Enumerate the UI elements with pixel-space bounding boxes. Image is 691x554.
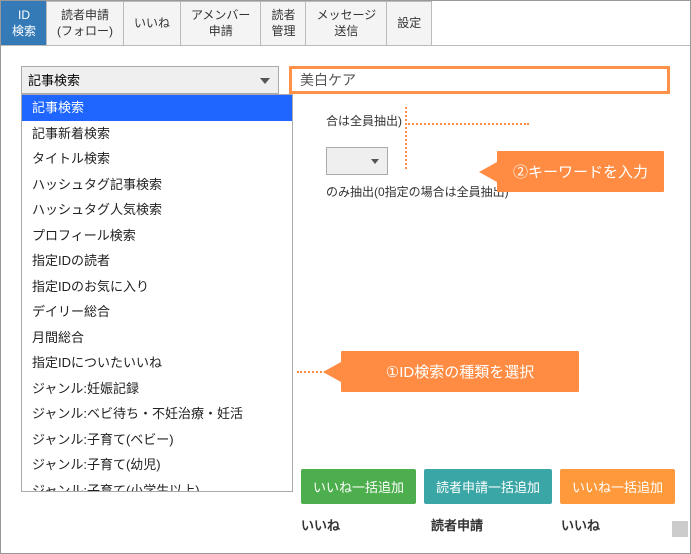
dropdown-item[interactable]: 指定IDについたいいね — [22, 350, 292, 376]
dropdown-scroll[interactable]: 記事検索記事新着検索タイトル検索ハッシュタグ記事検索ハッシュタグ人気検索プロフィ… — [22, 95, 292, 491]
dropdown-item[interactable]: タイトル検索 — [22, 146, 292, 172]
dropdown-item[interactable]: ジャンル:子育て(幼児) — [22, 452, 292, 478]
col-reader-request: 読者申請 — [431, 515, 561, 534]
reader-request-bulk-add-button[interactable]: 読者申請一括追加 — [424, 469, 552, 504]
dropdown-item[interactable]: 指定IDのお気に入り — [22, 274, 292, 300]
dropdown-item[interactable]: 月間総合 — [22, 325, 292, 351]
dropdown-item[interactable]: デイリー総合 — [22, 299, 292, 325]
bulk-action-buttons: いいね一括追加 読者申請一括追加 いいね一括追加 — [301, 469, 675, 504]
tab-label: 管理 — [271, 24, 295, 40]
tab-label: 申請 — [191, 24, 250, 40]
tab-label: 送信 — [316, 24, 376, 40]
tab-reader-request[interactable]: 読者申請 (フォロー) — [46, 1, 124, 45]
tab-reader-manage[interactable]: 読者 管理 — [260, 1, 306, 45]
tab-label: ID — [12, 8, 36, 24]
table-header: いいね 読者申請 いいね — [301, 515, 691, 534]
dropdown-item[interactable]: ジャンル:ベビ待ち・不妊治療・妊活 — [22, 401, 292, 427]
callout-text: ①ID検索の種類を選択 — [386, 364, 534, 381]
callout-searchtype: ①ID検索の種類を選択 — [341, 351, 579, 392]
tab-iine[interactable]: いいね — [123, 1, 181, 45]
tab-message-send[interactable]: メッセージ 送信 — [305, 1, 387, 45]
tab-label: いいね — [134, 16, 170, 32]
callout-keyword: ②キーワードを入力 — [497, 151, 664, 192]
tab-id-search[interactable]: ID 検索 — [1, 1, 47, 45]
search-type-dropdown: 記事検索記事新着検索タイトル検索ハッシュタグ記事検索ハッシュタグ人気検索プロフィ… — [21, 94, 293, 492]
iine-bulk-add-button[interactable]: いいね一括追加 — [301, 469, 416, 504]
search-type-select[interactable]: 記事検索 — [21, 66, 279, 94]
tab-label: アメンバー — [191, 8, 250, 24]
tab-label: 検索 — [12, 24, 36, 40]
select-value: 記事検索 — [28, 73, 80, 88]
callout-arrow-icon — [323, 362, 341, 382]
dropdown-item[interactable]: 記事検索 — [22, 95, 292, 121]
tab-label: (フォロー) — [57, 24, 113, 40]
callout-text: ②キーワードを入力 — [513, 164, 648, 181]
tab-label: 読者 — [271, 8, 295, 24]
tab-label: メッセージ — [316, 8, 376, 24]
dropdown-item[interactable]: ジャンル:子育て(小学生以上) — [22, 478, 292, 492]
tab-label: 読者申請 — [57, 8, 113, 24]
tab-label: 設定 — [397, 16, 421, 32]
dropdown-item[interactable]: ジャンル:子育て(ベビー) — [22, 427, 292, 453]
callout-arrow-icon — [479, 162, 497, 182]
dropdown-item[interactable]: プロフィール検索 — [22, 223, 292, 249]
col-iine: いいね — [301, 515, 431, 534]
keyword-input[interactable] — [289, 66, 670, 94]
dropdown-item[interactable]: ジャンル:妊娠記録 — [22, 376, 292, 402]
dropdown-item[interactable]: ハッシュタグ人気検索 — [22, 197, 292, 223]
tab-bar: ID 検索 読者申請 (フォロー) いいね アメンバー 申請 読者 管理 メッセ… — [1, 1, 690, 46]
count-select[interactable] — [326, 147, 388, 175]
dropdown-item[interactable]: 指定IDの読者 — [22, 248, 292, 274]
dropdown-item[interactable]: ハッシュタグ記事検索 — [22, 172, 292, 198]
tab-amember[interactable]: アメンバー 申請 — [180, 1, 261, 45]
dropdown-item[interactable]: 記事新着検索 — [22, 121, 292, 147]
scrollbar-icon[interactable] — [672, 521, 688, 537]
tab-settings[interactable]: 設定 — [386, 1, 432, 45]
iine-bulk-add-button-2[interactable]: いいね一括追加 — [560, 469, 675, 504]
